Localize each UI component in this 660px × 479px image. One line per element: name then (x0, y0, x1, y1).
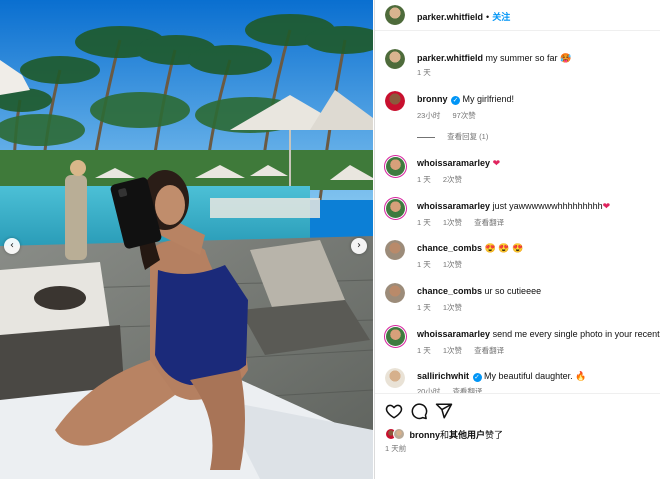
comment-time: 1 天 (417, 218, 431, 227)
follow-button[interactable]: 关注 (492, 12, 510, 22)
commenter-avatar[interactable] (385, 283, 405, 303)
view-replies-button[interactable]: 查看回复 (1) (447, 132, 488, 141)
see-translation-button[interactable]: 查看翻译 (474, 346, 504, 355)
pool-selfie-image (0, 0, 373, 479)
comment-text: just yawwwwwwhhhhhhhhh (492, 201, 603, 211)
comment-time: 1 天 (417, 303, 431, 312)
caption-username[interactable]: parker.whitfield (417, 53, 483, 63)
comment-emoji: 😍 😍 😍 (484, 243, 524, 253)
commenter-avatar[interactable] (384, 197, 407, 220)
separator-dot: • (486, 12, 490, 22)
comment-icon[interactable] (410, 402, 428, 420)
caption-text: my summer so far (485, 53, 558, 63)
commenter-username[interactable]: chance_combs (417, 243, 482, 253)
commenter-username[interactable]: chance_combs (417, 286, 482, 296)
commenter-avatar[interactable] (385, 91, 405, 111)
comment-likes[interactable]: 1次赞 (443, 303, 462, 312)
post-actions: bronny和其他用户赞了 1 天前 (375, 393, 660, 479)
see-translation-button[interactable]: 查看翻译 (474, 218, 504, 227)
commenter-avatar[interactable] (384, 155, 407, 178)
comment-emoji: 🔥 (575, 371, 587, 381)
carousel-prev-button[interactable]: ‹ (4, 238, 20, 254)
author-username[interactable]: parker.whitfield (417, 12, 483, 22)
comment-likes[interactable]: 97次赞 (452, 111, 475, 120)
author-avatar[interactable] (385, 5, 405, 25)
chevron-right-icon: › (357, 240, 361, 251)
caption-author-avatar[interactable] (385, 49, 405, 69)
post-timestamp: 1 天前 (385, 444, 407, 453)
post-photo[interactable]: ‹ › (0, 0, 373, 479)
comment-text: My girlfriend! (462, 94, 515, 104)
carousel-next-button[interactable]: › (351, 238, 367, 254)
share-icon[interactable] (435, 402, 453, 420)
comment-time: 23小时 (417, 111, 441, 120)
commenter-avatar[interactable] (384, 325, 407, 348)
caption-emoji: 🥵 (560, 53, 572, 63)
liked-by-summary: bronny和其他用户赞了 (385, 428, 503, 441)
commenter-username[interactable]: whoissaramarley (417, 201, 490, 211)
verified-badge-icon: ✓ (451, 96, 461, 105)
commenter-avatar[interactable] (385, 368, 405, 388)
caption-time: 1 天 (417, 68, 431, 77)
comment-text: send me every single photo in your recen… (492, 329, 660, 339)
commenter-avatar[interactable] (385, 240, 405, 260)
verified-badge-icon: ✓ (472, 373, 482, 382)
comment-text: My beautiful daughter. (484, 371, 573, 381)
commenter-username[interactable]: whoissaramarley (417, 329, 490, 339)
post-header: parker.whitfield • 关注 (375, 0, 660, 31)
comment-likes[interactable]: 2次赞 (443, 175, 462, 184)
comment-text: ur so cutieeee (484, 286, 542, 296)
heart-outline-icon[interactable] (385, 402, 403, 420)
liked-by-others[interactable]: 其他用户 (449, 430, 485, 440)
comment-time: 1 天 (417, 260, 431, 269)
liked-by-suffix: 赞了 (485, 430, 504, 440)
commenter-username[interactable]: bronny (417, 94, 448, 104)
comment-time: 1 天 (417, 346, 431, 355)
liked-by-user[interactable]: bronny (410, 430, 441, 440)
liked-by-avatars[interactable] (385, 428, 407, 440)
replies-divider (417, 136, 435, 138)
comment-emoji: ❤ (602, 202, 611, 212)
liked-by-connector: 和 (440, 430, 450, 440)
comment-likes[interactable]: 1次赞 (443, 260, 462, 269)
commenter-username[interactable]: whoissaramarley (417, 158, 490, 168)
post-details-panel: parker.whitfield • 关注 parker.whitfield my … (374, 0, 660, 479)
comment-likes[interactable]: 1次赞 (443, 346, 462, 355)
chevron-left-icon: ‹ (10, 240, 14, 251)
comment-likes[interactable]: 1次赞 (443, 218, 462, 227)
commenter-username[interactable]: sallirichwhit (417, 371, 469, 381)
comment-emoji: ❤ (492, 159, 501, 169)
comment-time: 1 天 (417, 175, 431, 184)
